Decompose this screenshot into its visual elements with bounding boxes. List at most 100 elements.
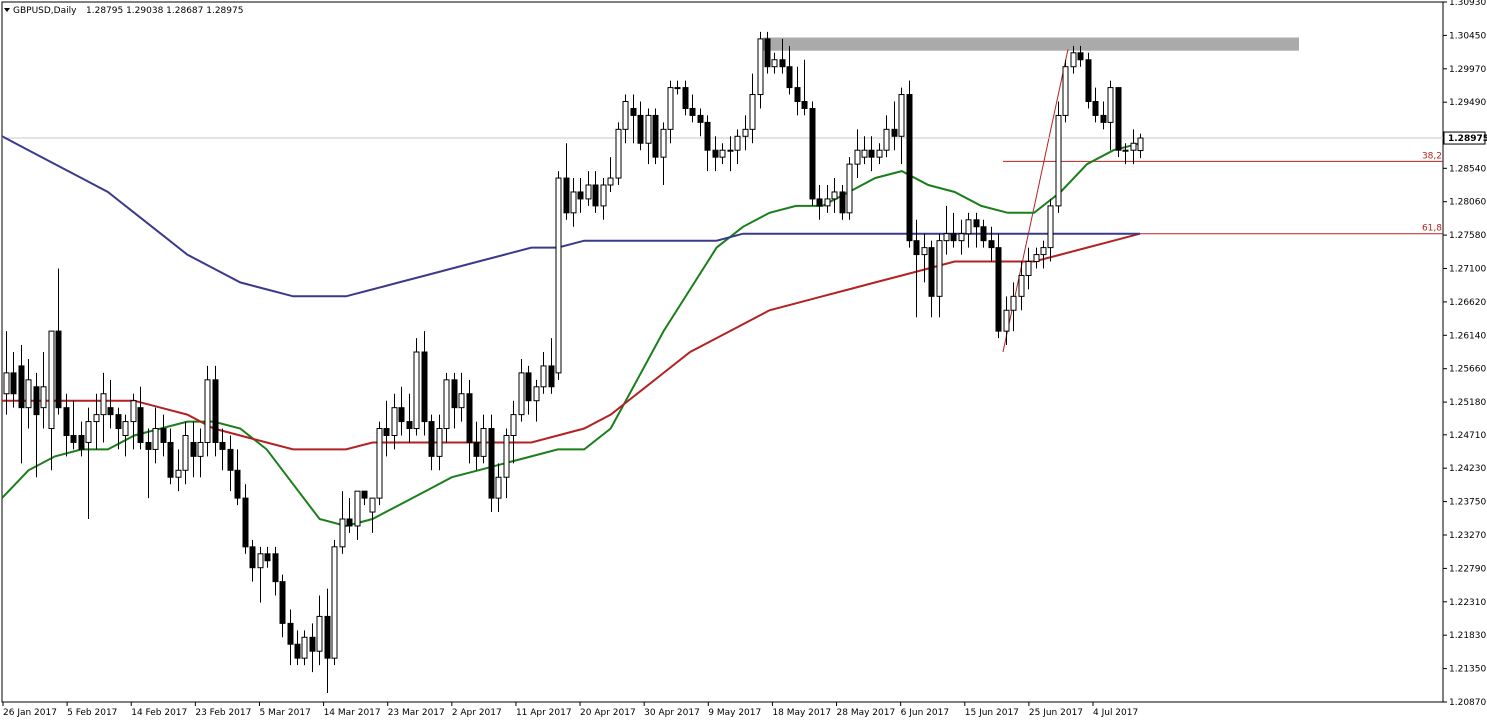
candle: [861, 136, 868, 165]
candle: [1047, 198, 1054, 262]
candle-body: [540, 365, 547, 388]
candle: [167, 428, 174, 485]
candle: [1107, 80, 1114, 151]
candle: [436, 414, 443, 471]
candle-body: [1100, 114, 1107, 123]
candle-body: [48, 330, 55, 430]
price-chart[interactable]: 38,2 61,8 1.30930 1.30450 1.29970 1.29490 1.2…: [0, 0, 1487, 721]
candle-body: [965, 219, 972, 235]
candle-body: [182, 434, 189, 471]
candle: [391, 393, 398, 450]
candle: [876, 143, 883, 165]
candle-body: [801, 101, 808, 109]
candle: [682, 80, 689, 116]
candle: [406, 393, 413, 443]
candle-body: [100, 393, 107, 416]
candle-body: [518, 372, 525, 416]
candle: [309, 623, 316, 673]
candle-body: [234, 469, 241, 499]
time-tick-label: 5 Feb 2017: [67, 708, 117, 718]
moving-average-line: [2, 232, 1141, 451]
candle: [264, 546, 271, 568]
collapse-arrow-icon[interactable]: [4, 8, 10, 12]
candle-body: [324, 615, 331, 659]
candle: [577, 178, 584, 213]
candle: [637, 101, 644, 151]
candle-body: [697, 114, 704, 123]
candle: [48, 330, 55, 471]
price-tick-label: 1.27580: [1449, 231, 1486, 241]
candle: [674, 80, 681, 95]
candle: [727, 136, 734, 172]
candle: [757, 31, 764, 109]
time-tick-label: 14 Feb 2017: [131, 708, 187, 718]
candle: [689, 94, 696, 123]
candle-body: [212, 379, 219, 443]
candle: [839, 185, 846, 220]
candle: [1018, 261, 1025, 311]
candle: [1137, 133, 1144, 159]
fib-level-label: 38,2: [1422, 151, 1442, 161]
candle-body: [570, 191, 577, 214]
candle: [510, 400, 517, 464]
candle-body: [1040, 247, 1047, 256]
time-tick-label: 25 Jun 2017: [1029, 708, 1083, 718]
candle-body: [1115, 87, 1122, 151]
candle-body: [354, 490, 361, 527]
candle-body: [958, 233, 965, 242]
candle: [816, 185, 823, 220]
candle-body: [1062, 66, 1069, 116]
candle-body: [219, 441, 226, 450]
candle-body: [913, 240, 920, 256]
candle-body: [1018, 274, 1025, 297]
candle: [824, 185, 831, 213]
candle-body: [391, 407, 398, 436]
candle-body: [190, 441, 197, 457]
candle: [376, 421, 383, 506]
candle-body: [175, 469, 182, 478]
candle: [346, 498, 353, 533]
price-tick-label: 1.21830: [1449, 631, 1486, 641]
candle-body: [451, 379, 458, 409]
candle: [809, 101, 816, 206]
price-tick-label: 1.30450: [1449, 31, 1486, 41]
candle: [943, 205, 950, 255]
candle: [585, 171, 592, 206]
candle-body: [3, 372, 10, 395]
candle: [331, 539, 338, 666]
candle-body: [988, 240, 995, 249]
candle: [137, 386, 144, 450]
candle: [85, 407, 92, 519]
candle-body: [704, 121, 711, 151]
candle: [33, 372, 40, 478]
candle: [272, 546, 279, 596]
candle-body: [995, 247, 1002, 332]
candle: [794, 66, 801, 116]
ohlc-label: 1.28795 1.29038 1.28687 1.28975: [86, 6, 243, 16]
candle: [988, 226, 995, 262]
candle: [667, 80, 674, 144]
candle: [473, 421, 480, 471]
candle: [1092, 87, 1099, 123]
candle: [301, 630, 308, 666]
candle-body: [1033, 254, 1040, 263]
candle-body: [160, 428, 167, 443]
candle-body: [637, 114, 644, 144]
candle: [234, 449, 241, 506]
candle: [995, 233, 1002, 339]
candle-body: [130, 400, 137, 423]
candle: [458, 372, 465, 422]
candle: [921, 233, 928, 283]
time-tick-label: 23 Mar 2017: [388, 708, 445, 718]
candle: [182, 421, 189, 485]
symbol-label: GBPUSD,Daily: [13, 6, 77, 16]
candle-body: [1137, 137, 1144, 152]
candle: [965, 212, 972, 248]
candle: [398, 386, 405, 436]
candle-body: [809, 107, 816, 200]
candle-body: [93, 414, 100, 423]
candle: [93, 393, 100, 450]
candle-body: [831, 191, 838, 200]
moving-average-line: [1, 135, 1140, 298]
candle: [555, 171, 562, 380]
